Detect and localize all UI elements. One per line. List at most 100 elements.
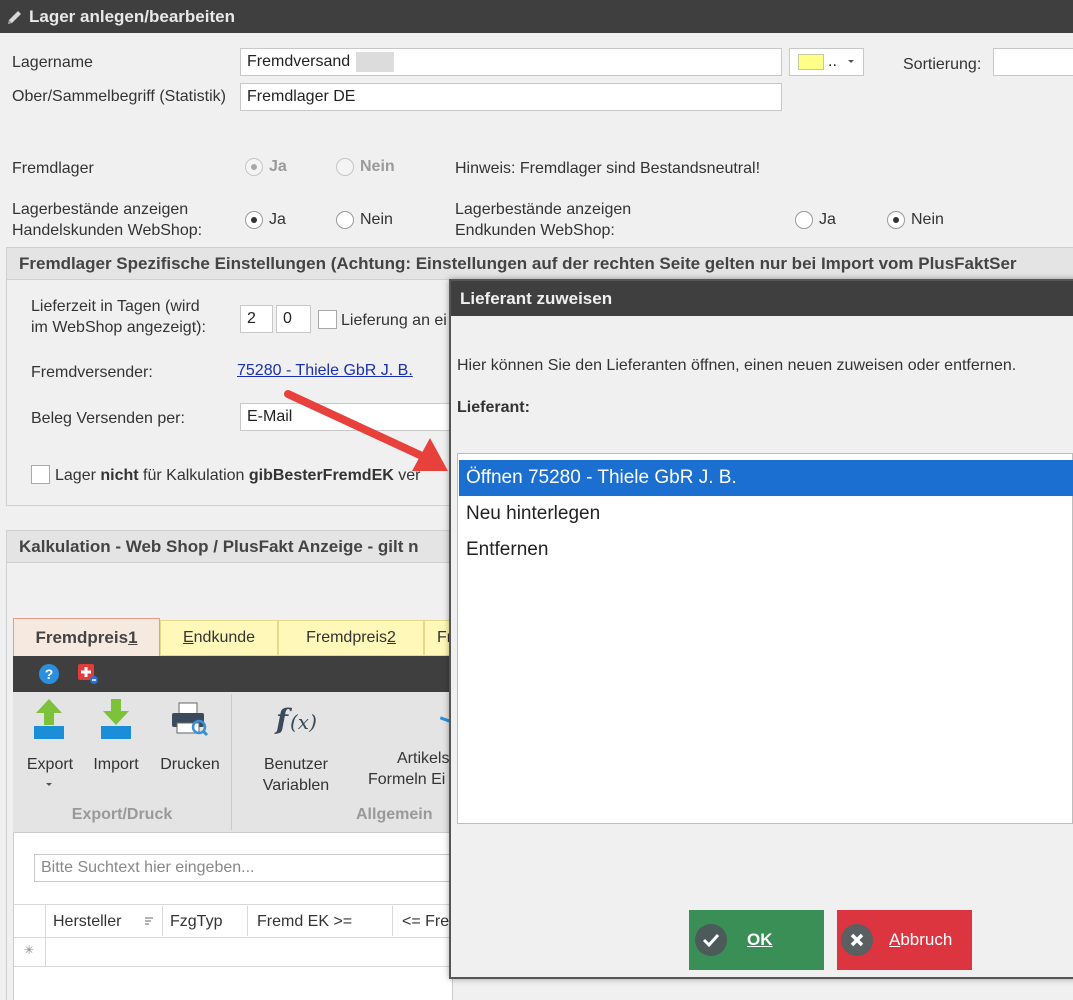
handel-label-line1: Lagerbestände anzeigen <box>12 201 189 218</box>
abbruch-button[interactable]: Abbruch <box>837 910 972 970</box>
col-fre[interactable]: <= Fre <box>402 913 452 931</box>
tab-fremdpreis-2[interactable]: Fremdpreis 2 <box>278 620 424 656</box>
medical-plus-icon[interactable] <box>77 663 99 685</box>
sortierung-label: Sortierung: <box>903 56 982 73</box>
benutzer-label: Benutzer Variablen <box>255 754 337 796</box>
ober-input[interactable]: Fremdlager DE <box>240 83 782 111</box>
close-icon <box>841 924 873 956</box>
fremdlager-ja-radio[interactable]: Ja <box>245 158 287 176</box>
ober-label: Ober/Sammelbegriff (Statistik) <box>12 88 226 105</box>
radio-dot <box>245 211 263 229</box>
ribbon-group-export: Export/Druck <box>71 806 173 823</box>
tab-fr[interactable]: Fr <box>424 620 452 656</box>
artikel-line1: Artikels <box>397 750 450 767</box>
radio-dot <box>336 211 354 229</box>
beleg-label: Beleg Versenden per: <box>31 410 185 427</box>
ok-button[interactable]: OK <box>689 910 824 970</box>
lieferzeit-min-value: 2 <box>247 310 256 327</box>
radio-label: Ja <box>269 158 287 175</box>
dialog-hint: Hier können Sie den Lieferanten öffnen, … <box>457 357 1017 374</box>
col-divider <box>247 906 248 936</box>
radio-label: Nein <box>360 158 395 175</box>
artikel-formeln-button[interactable]: Artikels Formeln Ei <box>362 748 453 798</box>
export-button[interactable]: Export <box>20 697 80 797</box>
radio-label: Nein <box>360 211 393 228</box>
lieferzeit-max-input[interactable]: 0 <box>276 305 311 333</box>
radio-label: Ja <box>819 211 836 228</box>
kalk-prefix: Lager <box>55 467 101 484</box>
export-label: Export <box>26 756 74 773</box>
end-nein-radio[interactable]: Nein <box>887 211 944 229</box>
lagername-input[interactable]: Fremdversand <box>240 48 782 76</box>
lieferzeit-label: Lieferzeit in Tagen (wird im WebShop ang… <box>31 296 206 338</box>
lieferant-action-list: Öffnen 75280 - Thiele GbR J. B. Neu hint… <box>457 453 1073 824</box>
tab-text: Fremdpreis <box>35 627 129 647</box>
lieferzeit-max-value: 0 <box>283 310 292 327</box>
help-icon[interactable]: ? <box>39 664 59 684</box>
abbruch-label: Abbruch <box>889 930 952 950</box>
tab-text: ndkunde <box>193 629 256 646</box>
new-row-icon[interactable]: ✳ <box>24 943 34 957</box>
sortierung-input[interactable] <box>993 48 1073 76</box>
check-icon <box>695 924 727 956</box>
export-icon <box>34 699 64 739</box>
radio-label: Nein <box>911 211 944 228</box>
grid-divider <box>45 904 46 966</box>
radio-dot <box>336 158 354 176</box>
radio-dot <box>795 211 813 229</box>
handel-nein-radio[interactable]: Nein <box>336 211 393 229</box>
tab-fremdpreis-1[interactable]: Fremdpreis 1 <box>13 618 160 656</box>
color-picker[interactable]: .. <box>789 48 864 76</box>
lagername-value: Fremdversand <box>247 53 351 70</box>
col-hersteller[interactable]: Hersteller <box>53 913 121 931</box>
search-input[interactable]: Bitte Suchtext hier eingeben... <box>34 854 452 882</box>
radio-label: Ja <box>269 211 286 228</box>
end-ja-radio[interactable]: Ja <box>795 211 836 229</box>
kalk-checkbox[interactable] <box>31 465 50 484</box>
pencil-icon <box>8 10 21 24</box>
col-fremd-ek[interactable]: Fremd EK >= <box>257 913 352 931</box>
col-divider <box>162 906 163 936</box>
abbruch-rest: bbruch <box>900 930 953 949</box>
sort-icon[interactable] <box>143 915 155 927</box>
list-item-entfernen[interactable]: Entfernen <box>459 532 1073 568</box>
drucken-button[interactable]: Drucken <box>156 697 224 787</box>
color-dots: .. <box>828 53 837 70</box>
benutzer-line1: Benutzer <box>263 756 329 773</box>
color-swatch <box>798 54 824 70</box>
printer-icon <box>172 702 209 737</box>
window-title: Lager anlegen/bearbeiten <box>29 6 235 26</box>
drucken-label: Drucken <box>160 756 220 773</box>
window-title-bar: Lager anlegen/bearbeiten <box>0 0 1073 33</box>
fremdlager-label: Fremdlager <box>12 160 94 177</box>
fremdversender-link[interactable]: 75280 - Thiele GbR J. B. <box>237 362 413 380</box>
ok-label: OK <box>747 930 773 949</box>
tab-key: E <box>182 629 194 646</box>
dropdown-arrow-icon <box>46 783 52 786</box>
col-fzgtyp[interactable]: FzgTyp <box>170 913 222 931</box>
function-icon: f (x) <box>274 703 317 736</box>
artikel-line2: Formeln Ei <box>368 771 446 788</box>
import-button[interactable]: Import <box>86 697 146 787</box>
svg-text:(x): (x) <box>290 710 317 734</box>
benutzer-variablen-button[interactable]: f (x) Benutzer Variablen <box>255 697 337 797</box>
benutzer-line2: Variablen <box>262 777 330 794</box>
lieferzeit-min-input[interactable]: 2 <box>240 305 273 333</box>
lieferung-checkbox[interactable] <box>318 310 337 329</box>
redacted-text <box>356 52 395 72</box>
lieferzeit-label-line1: Lieferzeit in Tagen (wird <box>31 298 200 315</box>
kalk-mid: für Kalkulation <box>138 467 249 484</box>
lieferant-label: Lieferant: <box>457 399 530 416</box>
handel-ja-radio[interactable]: Ja <box>245 211 286 229</box>
end-label: Lagerbestände anzeigen Endkunden WebShop… <box>455 199 631 241</box>
tab-endkunde[interactable]: Endkunde <box>160 620 278 656</box>
search-placeholder: Bitte Suchtext hier eingeben... <box>41 859 255 876</box>
list-item-neu[interactable]: Neu hinterlegen <box>459 496 1073 532</box>
import-label: Import <box>93 756 139 773</box>
radio-dot <box>245 158 263 176</box>
list-item-oeffnen[interactable]: Öffnen 75280 - Thiele GbR J. B. <box>459 460 1073 496</box>
tab-text: Fremdpreis <box>306 629 387 646</box>
fremdlager-nein-radio[interactable]: Nein <box>336 158 395 176</box>
lieferzeit-label-line2: im WebShop angezeigt): <box>31 319 206 336</box>
tab-key: 2 <box>387 629 396 646</box>
